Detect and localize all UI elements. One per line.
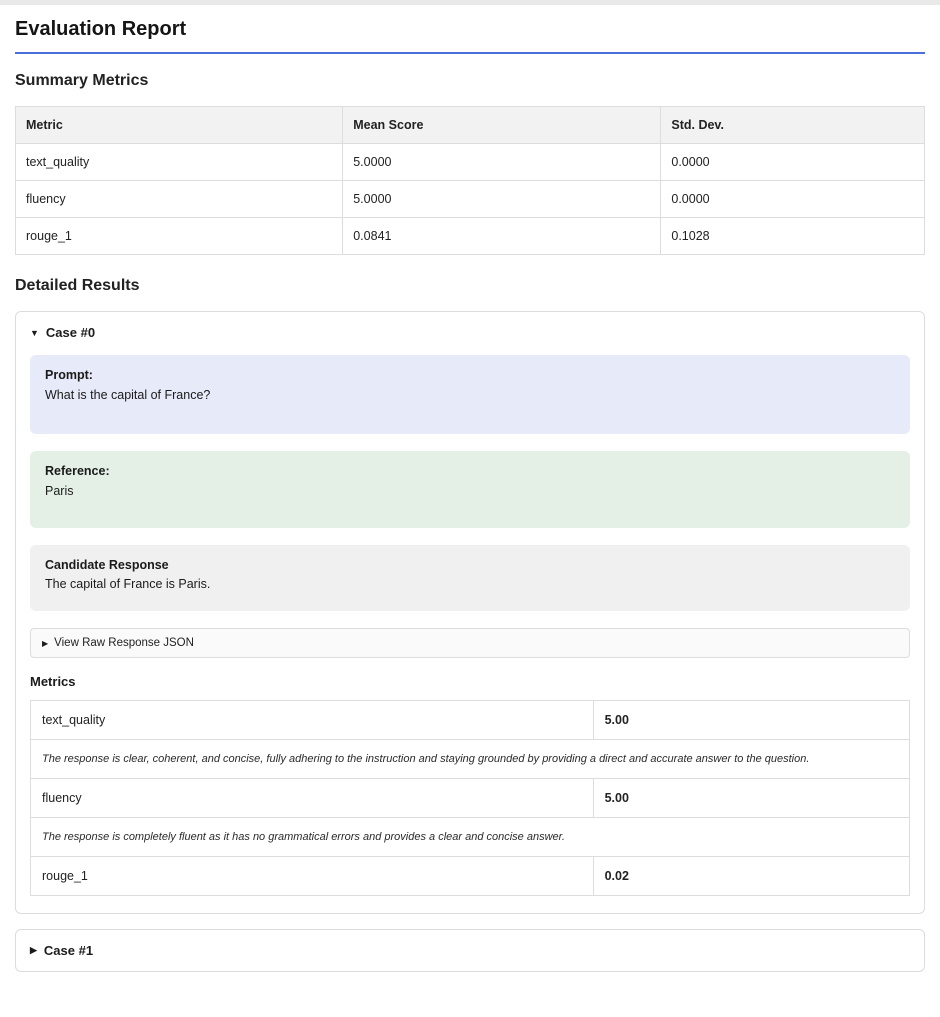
column-header-metric: Metric bbox=[16, 107, 343, 144]
std-dev-cell: 0.0000 bbox=[661, 181, 925, 218]
case-title: Case #1 bbox=[44, 943, 93, 958]
prompt-box: Prompt: What is the capital of France? bbox=[30, 355, 910, 434]
metric-score-cell: 5.00 bbox=[593, 701, 909, 740]
report-page: Evaluation Report Summary Metrics Metric… bbox=[0, 5, 940, 1017]
case-metrics-table: text_quality 5.00 The response is clear,… bbox=[30, 700, 910, 896]
metric-explanation-text: The response is clear, coherent, and con… bbox=[31, 740, 910, 779]
metric-explanation-text: The response is completely fluent as it … bbox=[31, 818, 910, 857]
case-card-0: ▼ Case #0 Prompt: What is the capital of… bbox=[15, 311, 925, 914]
summary-metrics-table: Metric Mean Score Std. Dev. text_quality… bbox=[15, 106, 925, 255]
metric-name-cell: rouge_1 bbox=[31, 857, 594, 896]
candidate-response-box: Candidate Response The capital of France… bbox=[30, 545, 910, 612]
metric-name-cell: text_quality bbox=[31, 701, 594, 740]
mean-score-cell: 5.0000 bbox=[343, 181, 661, 218]
chevron-down-icon: ▼ bbox=[30, 328, 39, 338]
metrics-heading: Metrics bbox=[30, 674, 910, 689]
candidate-response-label: Candidate Response bbox=[45, 557, 895, 574]
metric-explanation-row: The response is clear, coherent, and con… bbox=[31, 740, 910, 779]
reference-label: Reference: bbox=[45, 463, 895, 480]
metric-explanation-row: The response is completely fluent as it … bbox=[31, 818, 910, 857]
reference-text: Paris bbox=[45, 483, 895, 500]
metric-name-cell: rouge_1 bbox=[16, 218, 343, 255]
chevron-right-icon: ▶ bbox=[30, 945, 37, 956]
metric-name-cell: text_quality bbox=[16, 144, 343, 181]
metric-score-cell: 5.00 bbox=[593, 779, 909, 818]
std-dev-cell: 0.1028 bbox=[661, 218, 925, 255]
column-header-mean-score: Mean Score bbox=[343, 107, 661, 144]
reference-box: Reference: Paris bbox=[30, 451, 910, 528]
metric-name-cell: fluency bbox=[31, 779, 594, 818]
metric-row: fluency 5.00 bbox=[31, 779, 910, 818]
case-0-toggle[interactable]: ▼ Case #0 bbox=[30, 325, 910, 340]
page-title: Evaluation Report bbox=[15, 18, 925, 54]
summary-header-row: Metric Mean Score Std. Dev. bbox=[16, 107, 925, 144]
std-dev-cell: 0.0000 bbox=[661, 144, 925, 181]
view-raw-json-toggle[interactable]: ▶ View Raw Response JSON bbox=[30, 628, 910, 658]
metric-name-cell: fluency bbox=[16, 181, 343, 218]
metric-row: rouge_1 0.02 bbox=[31, 857, 910, 896]
mean-score-cell: 5.0000 bbox=[343, 144, 661, 181]
table-row: rouge_1 0.0841 0.1028 bbox=[16, 218, 925, 255]
detailed-results-heading: Detailed Results bbox=[15, 277, 925, 295]
case-card-1: ▶ Case #1 bbox=[15, 929, 925, 972]
column-header-std-dev: Std. Dev. bbox=[661, 107, 925, 144]
metric-score-cell: 0.02 bbox=[593, 857, 909, 896]
table-row: text_quality 5.0000 0.0000 bbox=[16, 144, 925, 181]
prompt-label: Prompt: bbox=[45, 367, 895, 384]
case-title: Case #0 bbox=[46, 325, 95, 340]
metric-row: text_quality 5.00 bbox=[31, 701, 910, 740]
prompt-text: What is the capital of France? bbox=[45, 387, 895, 404]
candidate-response-text: The capital of France is Paris. bbox=[45, 576, 895, 593]
view-raw-json-label: View Raw Response JSON bbox=[54, 637, 194, 649]
summary-metrics-heading: Summary Metrics bbox=[15, 72, 925, 90]
case-0-body: Prompt: What is the capital of France? R… bbox=[30, 340, 910, 896]
chevron-right-icon: ▶ bbox=[42, 639, 48, 648]
table-row: fluency 5.0000 0.0000 bbox=[16, 181, 925, 218]
case-1-toggle[interactable]: ▶ Case #1 bbox=[30, 943, 910, 958]
mean-score-cell: 0.0841 bbox=[343, 218, 661, 255]
